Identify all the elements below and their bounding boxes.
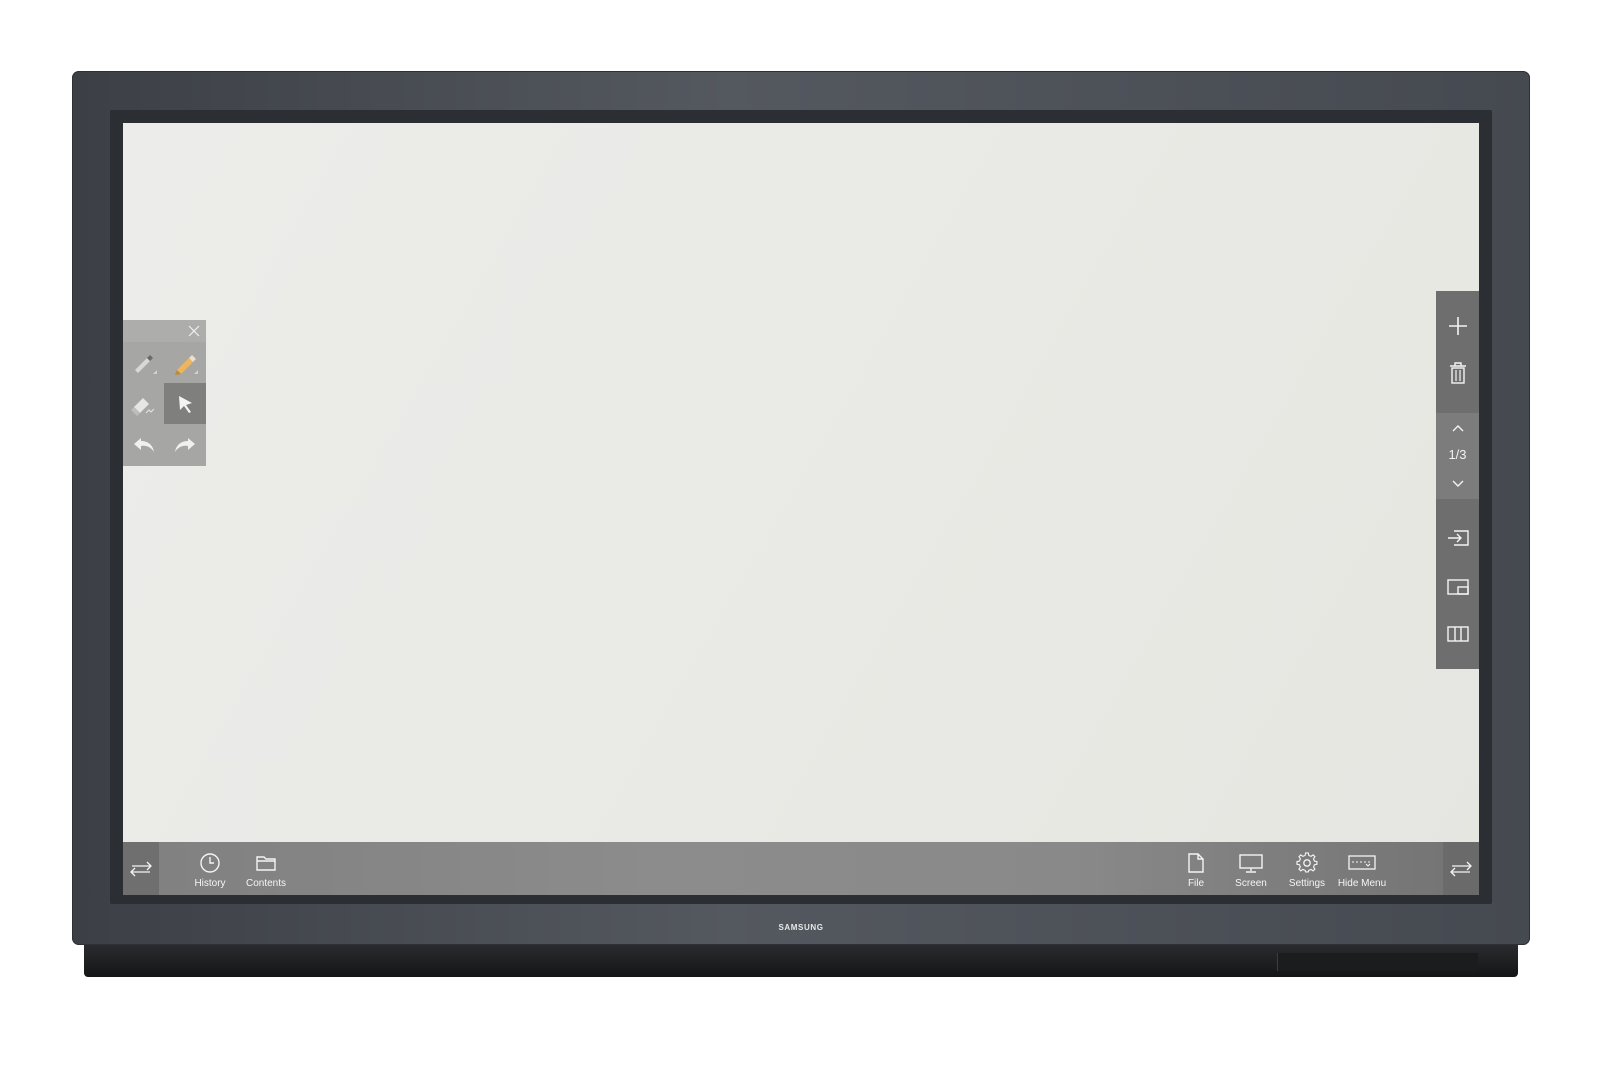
bottom-menu-bar: History Contents File Screen Settings Hi…: [123, 842, 1479, 895]
toolbox-header[interactable]: [123, 320, 206, 342]
highlighter-icon: [170, 348, 200, 378]
folder-icon: [255, 851, 277, 875]
page-down-button[interactable]: [1436, 475, 1479, 491]
page-panel: 1/3: [1436, 291, 1479, 669]
close-icon[interactable]: [186, 323, 202, 339]
picture-in-picture-button[interactable]: [1436, 574, 1479, 600]
monitor-icon: [1239, 851, 1263, 875]
split-layout-button[interactable]: [1436, 621, 1479, 647]
swap-arrows-icon: [128, 861, 154, 877]
select-pointer-icon: [170, 389, 200, 419]
display-frame: 1/3 History Contents File Screen Setting…: [72, 71, 1530, 945]
history-label: History: [194, 878, 226, 889]
pen-tray: [1277, 953, 1478, 971]
display-stand: [84, 945, 1518, 977]
eraser-tool[interactable]: [123, 383, 164, 424]
chevron-up-icon: [1451, 424, 1465, 434]
redo-icon: [170, 430, 200, 460]
picture-in-picture-icon: [1446, 578, 1470, 596]
gear-icon: [1296, 851, 1318, 875]
trash-icon: [1447, 361, 1469, 385]
swap-arrows-icon: [1448, 861, 1474, 877]
screen-label: Screen: [1235, 878, 1267, 889]
history-button[interactable]: History: [178, 851, 242, 891]
swap-menu-left-button[interactable]: [123, 842, 159, 895]
file-label: File: [1187, 878, 1205, 889]
eraser-icon: [129, 389, 159, 419]
hide-menu-label: Hide Menu: [1337, 878, 1387, 889]
contents-button[interactable]: Contents: [234, 851, 298, 891]
whiteboard-canvas[interactable]: 1/3 History Contents File Screen Setting…: [123, 123, 1479, 895]
clock-icon: [199, 851, 221, 875]
pen-tool[interactable]: [123, 342, 164, 383]
hide-menu-icon: [1348, 851, 1376, 875]
contents-label: Contents: [245, 878, 287, 889]
chevron-down-icon: [1451, 478, 1465, 488]
pen-toolbox: [123, 320, 206, 466]
input-source-icon: [1446, 529, 1470, 547]
redo-tool[interactable]: [164, 424, 206, 465]
split-layout-icon: [1446, 625, 1470, 643]
undo-icon: [129, 430, 159, 460]
page-up-button[interactable]: [1436, 421, 1479, 437]
brand-logo: SAMSUNG: [778, 923, 824, 932]
add-page-button[interactable]: [1436, 313, 1479, 339]
undo-tool[interactable]: [123, 424, 164, 465]
page-navigator: 1/3: [1436, 413, 1479, 499]
hide-menu-button[interactable]: Hide Menu: [1330, 851, 1394, 891]
settings-label: Settings: [1288, 878, 1326, 889]
plus-icon: [1447, 315, 1469, 337]
input-source-button[interactable]: [1436, 525, 1479, 551]
screen-button[interactable]: Screen: [1219, 851, 1283, 891]
swap-menu-right-button[interactable]: [1443, 842, 1479, 895]
highlighter-tool[interactable]: [164, 342, 206, 383]
delete-page-button[interactable]: [1436, 359, 1479, 387]
page-indicator: 1/3: [1448, 447, 1467, 462]
pen-icon: [129, 348, 159, 378]
select-tool[interactable]: [164, 383, 206, 424]
file-icon: [1186, 851, 1206, 875]
